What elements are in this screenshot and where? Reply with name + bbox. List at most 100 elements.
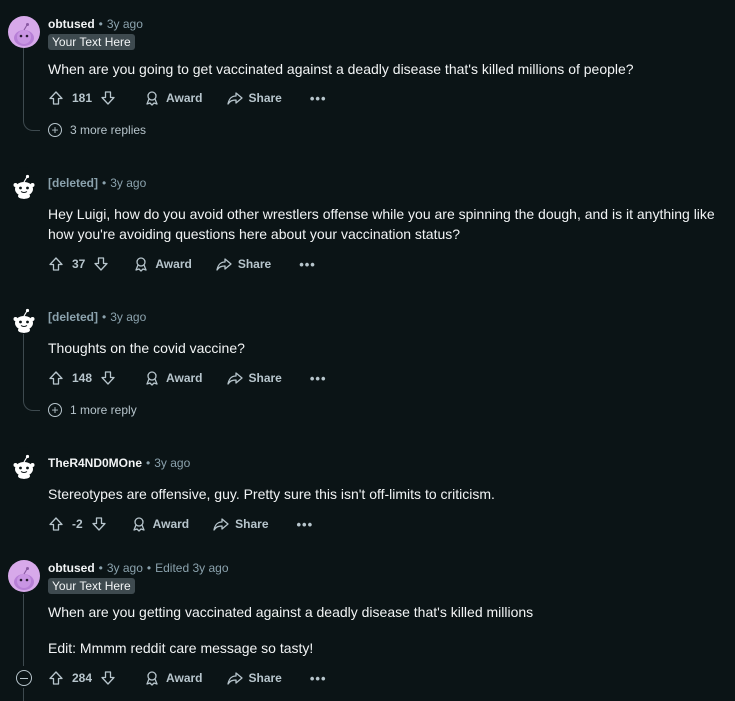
snoo-avatar-icon xyxy=(14,23,34,46)
username: [deleted] xyxy=(48,176,99,190)
timestamp[interactable]: 3y ago xyxy=(107,561,143,575)
score: -2 xyxy=(72,517,83,531)
username: [deleted] xyxy=(48,310,99,324)
award-icon xyxy=(146,371,158,386)
avatar[interactable] xyxy=(8,167,40,199)
upvote-icon[interactable] xyxy=(48,90,64,106)
thread-line[interactable] xyxy=(23,594,24,666)
comment-actions: 37 Award Share ••• xyxy=(48,252,316,276)
comment-body: Thoughts on the covid vaccine? xyxy=(48,340,245,356)
more-replies-label: 1 more reply xyxy=(70,403,137,417)
award-button[interactable]: Award xyxy=(144,90,203,106)
plus-circle-icon: + xyxy=(48,123,62,137)
upvote-icon[interactable] xyxy=(48,670,64,686)
score: 284 xyxy=(72,671,93,685)
more-options-button[interactable]: ••• xyxy=(299,257,316,272)
share-icon xyxy=(226,672,243,685)
timestamp[interactable]: 3y ago xyxy=(110,176,146,190)
more-icon: ••• xyxy=(309,90,327,106)
username[interactable]: obtused xyxy=(48,561,95,575)
share-icon xyxy=(226,92,243,105)
more-icon: ••• xyxy=(299,256,316,272)
avatar[interactable] xyxy=(8,301,40,333)
avatar[interactable] xyxy=(8,16,40,48)
avatar[interactable] xyxy=(8,447,40,479)
share-button[interactable]: Share xyxy=(213,516,269,532)
upvote-icon[interactable] xyxy=(48,370,64,386)
snoo-avatar-icon xyxy=(13,308,35,333)
thread-branch xyxy=(23,118,40,131)
comment-actions: -2 Award Share ••• xyxy=(48,512,313,536)
share-button[interactable]: Share xyxy=(226,370,282,386)
comment-meta: [deleted] • 3y ago xyxy=(48,310,147,324)
timestamp[interactable]: 3y ago xyxy=(107,17,143,31)
comment-actions: 284 Award Share ••• xyxy=(48,666,327,690)
username[interactable]: TheR4ND0MOne xyxy=(48,456,142,470)
username[interactable]: obtused xyxy=(48,17,95,31)
thread-line[interactable] xyxy=(23,688,24,701)
upvote-icon[interactable] xyxy=(48,256,64,272)
more-replies-button[interactable]: + 1 more reply xyxy=(48,400,137,420)
avatar[interactable] xyxy=(8,560,40,592)
award-icon xyxy=(133,517,145,532)
snoo-avatar-icon xyxy=(13,174,35,199)
downvote-icon[interactable] xyxy=(93,256,109,272)
more-options-button[interactable]: ••• xyxy=(310,91,327,106)
award-button[interactable]: Award xyxy=(144,370,203,386)
minus-circle-icon xyxy=(20,677,28,679)
comment-actions: 181 Award Share ••• xyxy=(48,86,327,110)
snoo-avatar-icon xyxy=(14,567,34,590)
share-icon xyxy=(216,258,232,271)
vote-group: 284 xyxy=(48,670,116,686)
downvote-icon[interactable] xyxy=(91,516,107,532)
share-icon xyxy=(226,372,243,385)
comment-body: When are you going to get vaccinated aga… xyxy=(48,61,634,77)
thread-line[interactable] xyxy=(23,48,24,120)
share-button[interactable]: Share xyxy=(226,670,282,686)
comment-meta: [deleted] • 3y ago xyxy=(48,176,147,190)
score: 37 xyxy=(72,257,86,271)
downvote-icon[interactable] xyxy=(100,670,116,686)
plus-circle-icon: + xyxy=(48,403,62,417)
vote-group: -2 xyxy=(48,516,107,532)
edited-label: Edited 3y ago xyxy=(155,561,229,575)
comment-body-line: When are you getting vaccinated against … xyxy=(48,604,534,620)
comment-body-line: Edit: Mmmm reddit care message so tasty! xyxy=(48,640,314,656)
score: 148 xyxy=(72,371,93,385)
award-icon xyxy=(146,671,158,686)
timestamp[interactable]: 3y ago xyxy=(110,310,146,324)
award-button[interactable]: Award xyxy=(133,256,192,272)
snoo-avatar-icon xyxy=(13,454,35,479)
award-icon xyxy=(135,257,148,272)
collapse-thread-button[interactable] xyxy=(16,670,32,686)
award-button[interactable]: Award xyxy=(144,670,203,686)
more-icon: ••• xyxy=(309,370,327,386)
user-flair: Your Text Here xyxy=(48,34,135,50)
share-button[interactable]: Share xyxy=(226,90,282,106)
vote-group: 148 xyxy=(48,370,116,386)
award-icon xyxy=(146,91,158,106)
more-options-button[interactable]: ••• xyxy=(310,371,327,386)
more-options-button[interactable]: ••• xyxy=(297,517,314,532)
score: 181 xyxy=(72,91,93,105)
award-button[interactable]: Award xyxy=(131,516,189,532)
downvote-icon[interactable] xyxy=(100,90,116,106)
timestamp[interactable]: 3y ago xyxy=(154,456,190,470)
more-replies-button[interactable]: + 3 more replies xyxy=(48,120,146,140)
share-button[interactable]: Share xyxy=(216,256,271,272)
more-replies-label: 3 more replies xyxy=(70,123,147,137)
thread-line[interactable] xyxy=(23,334,24,400)
more-options-button[interactable]: ••• xyxy=(310,671,327,686)
comment-body: Stereotypes are offensive, guy. Pretty s… xyxy=(48,486,495,502)
share-icon xyxy=(213,518,229,531)
vote-group: 37 xyxy=(48,256,109,272)
more-icon: ••• xyxy=(309,670,327,686)
downvote-icon[interactable] xyxy=(100,370,116,386)
comment-meta: TheR4ND0MOne • 3y ago xyxy=(48,456,191,470)
user-flair: Your Text Here xyxy=(48,578,135,594)
comment-meta: obtused • 3y ago • Edited 3y ago xyxy=(48,561,229,575)
comment-actions: 148 Award Share ••• xyxy=(48,366,327,390)
upvote-icon[interactable] xyxy=(48,516,64,532)
comment-meta: obtused • 3y ago xyxy=(48,17,143,31)
thread-branch xyxy=(23,398,40,411)
